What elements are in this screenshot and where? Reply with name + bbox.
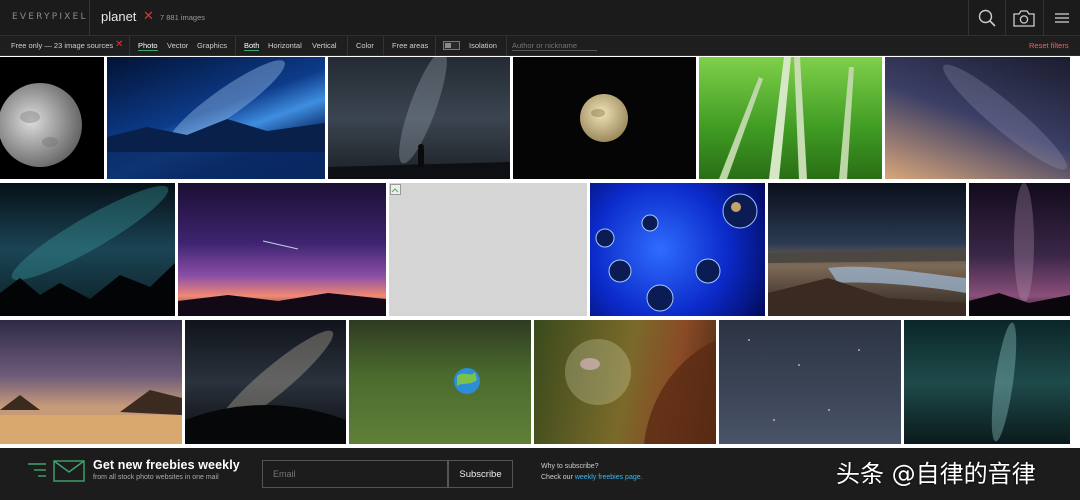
search-icon	[978, 9, 996, 27]
image-tile[interactable]	[904, 320, 1070, 444]
filter-bar: Free only — 23 image sources ✕ Photo Vec…	[0, 36, 1080, 56]
menu-icon	[1054, 13, 1069, 23]
top-bar: EVERYPIXEL planet ✕ 7 881 images	[0, 0, 1080, 36]
email-input[interactable]	[262, 460, 448, 488]
milky-way-fisheye-image	[185, 330, 346, 444]
check-freebies-text: Check our weekly freebies page.	[541, 474, 643, 481]
image-tile[interactable]	[513, 57, 696, 179]
image-tile[interactable]	[768, 183, 966, 316]
isolation-toggle[interactable]	[443, 41, 460, 50]
banner-subtitle: from all stock photo websites in one mai…	[93, 474, 219, 481]
image-tile[interactable]	[534, 320, 716, 444]
image-tile[interactable]	[349, 320, 531, 444]
image-tile[interactable]	[885, 57, 1070, 179]
free-areas-filter[interactable]: Free areas	[392, 41, 428, 50]
image-gallery	[0, 56, 1080, 448]
purple-sky-meteor-image	[178, 240, 386, 316]
divider	[383, 36, 384, 56]
starry-sky-image	[943, 64, 1067, 170]
author-input[interactable]	[512, 40, 597, 51]
globe-grass-image	[454, 368, 480, 394]
image-tile[interactable]	[107, 57, 325, 179]
type-vector[interactable]: Vector	[167, 41, 188, 50]
logo[interactable]: EVERYPIXEL	[12, 12, 88, 22]
divider	[347, 36, 348, 56]
search-query[interactable]: planet	[101, 9, 136, 24]
color-filter[interactable]: Color	[356, 41, 374, 50]
divider	[235, 36, 236, 56]
divider	[435, 36, 436, 56]
divider	[89, 0, 90, 36]
envelope-icon	[28, 460, 85, 482]
type-photo[interactable]: Photo	[138, 41, 158, 51]
full-moon-image	[580, 94, 628, 142]
stars-trees-image	[0, 185, 175, 316]
image-tile[interactable]	[178, 183, 386, 316]
image-tile[interactable]	[185, 320, 346, 444]
subscribe-button[interactable]: Subscribe	[448, 460, 513, 488]
image-tile[interactable]	[328, 57, 510, 179]
image-tile[interactable]	[0, 320, 182, 444]
orientation-both[interactable]: Both	[244, 41, 260, 51]
free-only-filter[interactable]: Free only — 23 image sources	[11, 41, 113, 50]
image-tile[interactable]	[699, 57, 882, 179]
image-tile[interactable]	[0, 183, 175, 316]
result-count: 7 881 images	[160, 13, 206, 22]
bamboo-forest-image	[719, 57, 854, 179]
divider	[506, 36, 507, 56]
teal-milky-way-image	[991, 322, 1017, 442]
milky-way-mountains-image	[107, 60, 325, 179]
search-button[interactable]	[968, 0, 1005, 36]
menu-button[interactable]	[1043, 0, 1080, 36]
app-window: EVERYPIXEL planet ✕ 7 881 images Free on…	[0, 0, 1080, 500]
close-icon[interactable]: ✕	[115, 39, 123, 50]
watermark-text: 头条 @自律的音律	[836, 460, 1036, 488]
divider	[129, 36, 130, 56]
type-graphics[interactable]: Graphics	[197, 41, 227, 50]
camera-search-button[interactable]	[1005, 0, 1042, 36]
broken-image-tile[interactable]	[389, 183, 587, 316]
image-tile[interactable]	[969, 183, 1070, 316]
broken-image-icon	[390, 184, 401, 195]
night-beach-image	[0, 390, 182, 444]
blue-bubbles-image	[595, 193, 758, 312]
image-tile[interactable]	[0, 57, 104, 179]
camera-icon	[1012, 10, 1035, 27]
dark-starry-sky-image	[748, 339, 860, 421]
moon-image	[0, 83, 82, 167]
isolation-label: Isolation	[469, 41, 497, 50]
why-subscribe-text: Why to subscribe?	[541, 463, 599, 470]
image-tile[interactable]	[719, 320, 901, 444]
close-icon[interactable]: ✕	[143, 9, 154, 23]
orientation-vertical[interactable]: Vertical	[312, 41, 337, 50]
milky-way-vertical-image	[969, 183, 1070, 316]
banner-headline: Get new freebies weekly	[93, 458, 240, 472]
reset-filters-link[interactable]: Reset filters	[1029, 41, 1069, 50]
image-tile[interactable]	[590, 183, 765, 316]
weekly-freebies-link[interactable]: weekly freebies page.	[575, 474, 643, 481]
river-valley-image	[768, 249, 966, 316]
orientation-horizontal[interactable]: Horizontal	[268, 41, 302, 50]
check-label: Check our	[541, 474, 575, 481]
soap-bubble-image	[565, 339, 716, 444]
milky-way-silhouette-image	[328, 57, 510, 179]
